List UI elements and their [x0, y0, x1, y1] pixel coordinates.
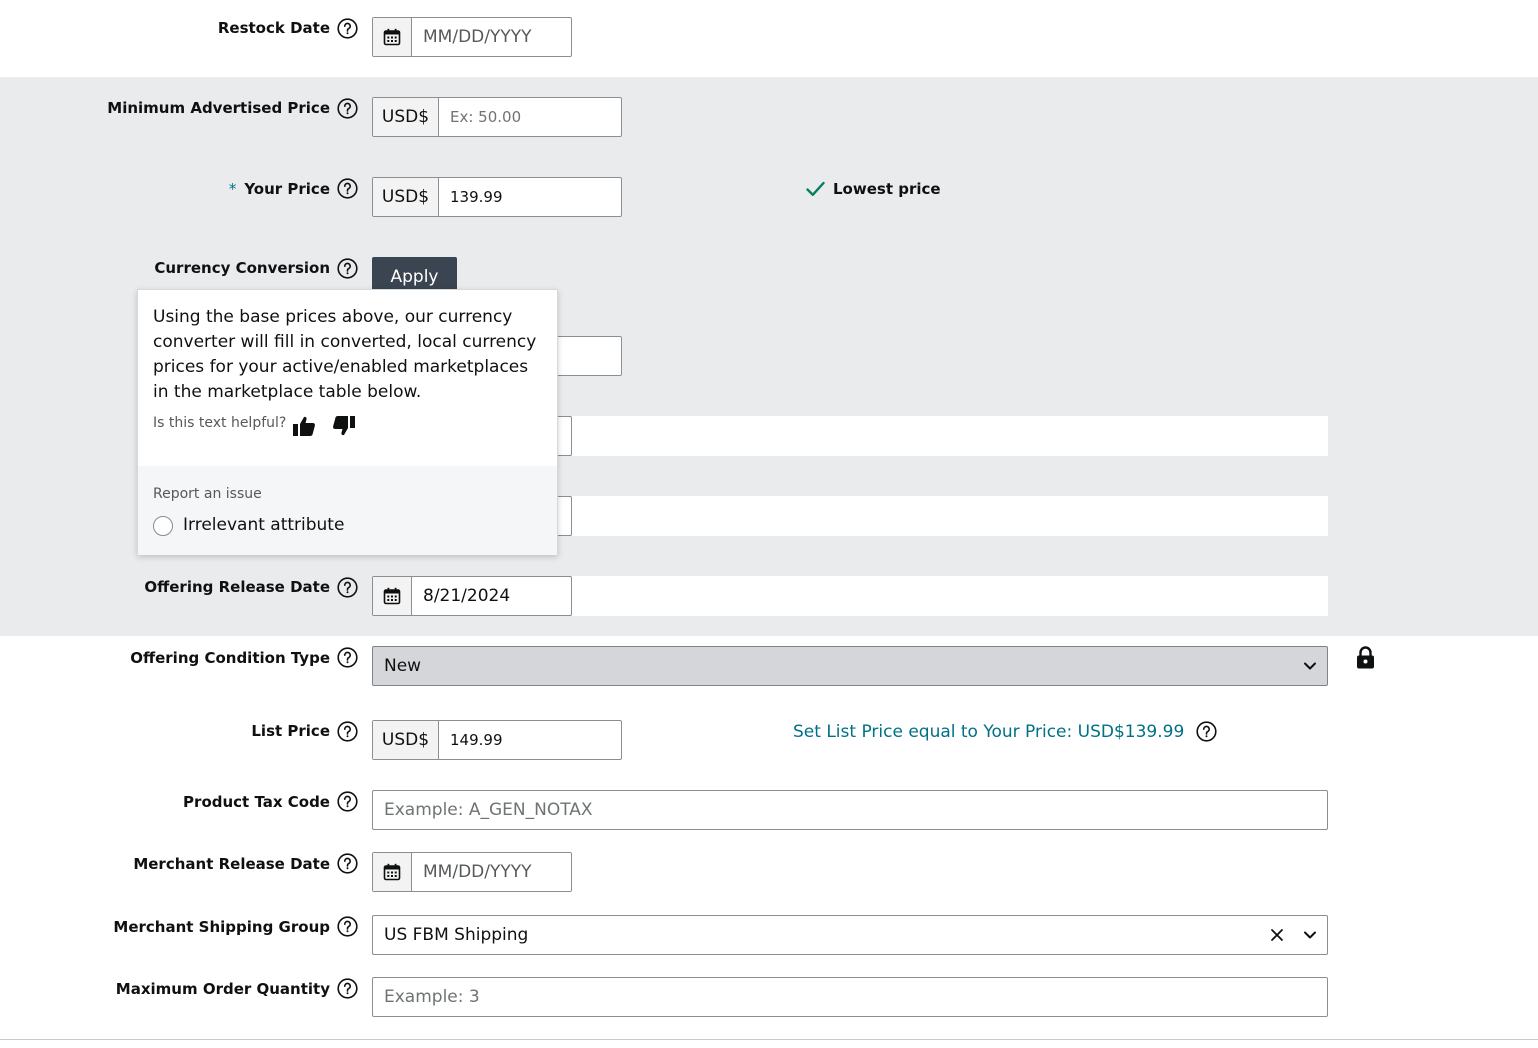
calendar-icon[interactable] [373, 853, 412, 891]
merchant-shipping-group-label: Merchant Shipping Group [113, 918, 330, 936]
your-price-label: * Your Price [0, 180, 330, 198]
thumbs-down-icon[interactable] [332, 415, 356, 437]
report-title: Report an issue [153, 486, 262, 502]
set-list-price-link-row: Set List Price equal to Your Price: USD$… [793, 721, 1217, 742]
help-icon[interactable] [337, 647, 358, 668]
clear-icon[interactable] [1269, 927, 1285, 943]
list-price-field[interactable]: USD$ 149.99 [372, 720, 622, 760]
divider [0, 1039, 1538, 1040]
help-icon[interactable] [337, 98, 358, 119]
max-order-quantity-field[interactable]: Example: 3 [372, 977, 1328, 1017]
lowest-price-indicator: Lowest price [806, 180, 941, 198]
field-row-background [572, 496, 1328, 536]
help-icon[interactable] [337, 978, 358, 999]
help-icon[interactable] [337, 853, 358, 874]
chevron-down-icon[interactable] [1303, 928, 1317, 942]
help-icon[interactable] [337, 577, 358, 598]
restock-date-label: Restock Date [217, 19, 330, 37]
merchant-shipping-group-value: US FBM Shipping [384, 925, 529, 945]
product-tax-code-label: Product Tax Code [183, 793, 330, 811]
apply-button[interactable]: Apply [372, 257, 457, 289]
currency-prefix: USD$ [373, 721, 439, 759]
currency-conversion-label: Currency Conversion [154, 259, 330, 277]
offering-condition-type-label: Offering Condition Type [130, 649, 330, 667]
offering-condition-type-select[interactable]: New [372, 646, 1328, 686]
help-popover: Using the base prices above, our currenc… [137, 289, 558, 555]
chevron-down-icon [1304, 662, 1316, 670]
max-order-quantity-label: Maximum Order Quantity [115, 980, 330, 998]
help-icon[interactable] [337, 721, 358, 742]
min-adv-price-input[interactable]: Ex: 50.00 [450, 98, 521, 136]
help-icon[interactable] [337, 178, 358, 199]
offering-condition-value: New [384, 656, 422, 676]
list-price-input[interactable]: 149.99 [450, 721, 503, 759]
irrelevant-attribute-radio[interactable] [153, 516, 173, 536]
restock-date-field[interactable]: MM/DD/YYYY [372, 17, 572, 57]
lowest-price-text: Lowest price [833, 180, 941, 198]
merchant-release-date-input[interactable]: MM/DD/YYYY [423, 853, 532, 891]
helpful-prompt: Is this text helpful? [153, 415, 287, 431]
help-icon[interactable] [1196, 721, 1217, 742]
checkmark-icon [806, 181, 825, 196]
help-icon[interactable] [337, 916, 358, 937]
calendar-icon[interactable] [373, 577, 412, 615]
currency-prefix: USD$ [373, 98, 439, 136]
min-adv-price-field[interactable]: USD$ Ex: 50.00 [372, 97, 622, 137]
list-price-label: List Price [251, 722, 330, 740]
your-price-field[interactable]: USD$ 139.99 [372, 177, 622, 217]
max-order-quantity-input[interactable]: Example: 3 [384, 978, 480, 1016]
lock-icon [1357, 646, 1374, 669]
offering-release-date-field[interactable]: 8/21/2024 [372, 576, 572, 616]
calendar-icon[interactable] [373, 18, 412, 56]
field-row-background [572, 576, 1328, 616]
popover-text: Using the base prices above, our currenc… [153, 307, 537, 402]
merchant-release-date-field[interactable]: MM/DD/YYYY [372, 852, 572, 892]
offering-release-date-label: Offering Release Date [144, 578, 330, 596]
offering-release-date-input[interactable]: 8/21/2024 [423, 577, 510, 615]
product-tax-code-input[interactable]: Example: A_GEN_NOTAX [384, 791, 593, 829]
product-tax-code-field[interactable]: Example: A_GEN_NOTAX [372, 790, 1328, 830]
set-list-price-link[interactable]: Set List Price equal to Your Price: USD$… [793, 722, 1184, 742]
required-marker: * [228, 180, 237, 198]
report-issue-section: Report an issue Irrelevant attribute [138, 466, 557, 555]
help-icon[interactable] [337, 791, 358, 812]
restock-date-input[interactable]: MM/DD/YYYY [423, 18, 532, 56]
currency-prefix: USD$ [373, 178, 439, 216]
min-adv-price-label: Minimum Advertised Price [107, 99, 330, 117]
help-icon[interactable] [337, 258, 358, 279]
field-row-background [572, 416, 1328, 456]
irrelevant-attribute-label[interactable]: Irrelevant attribute [183, 515, 344, 535]
merchant-shipping-group-select[interactable]: US FBM Shipping [372, 915, 1328, 955]
feedback-buttons [292, 415, 356, 437]
your-price-input[interactable]: 139.99 [450, 178, 503, 216]
merchant-release-date-label: Merchant Release Date [133, 855, 330, 873]
your-price-label-text: Your Price [244, 180, 330, 198]
thumbs-up-icon[interactable] [292, 415, 316, 437]
help-icon[interactable] [337, 18, 358, 39]
